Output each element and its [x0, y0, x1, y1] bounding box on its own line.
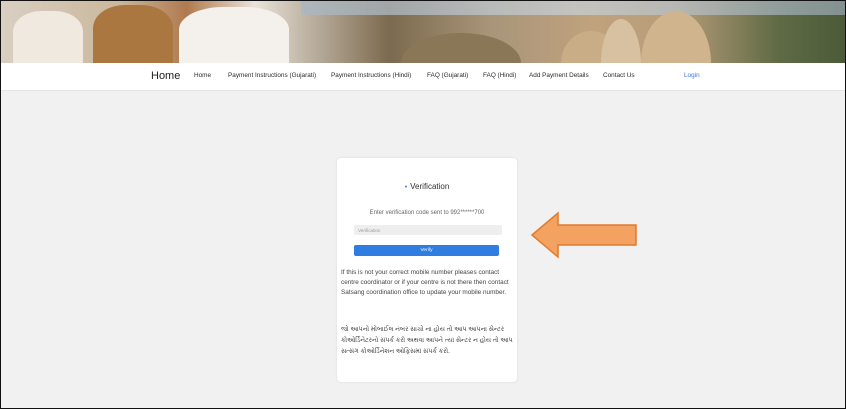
nav-add-payment-details[interactable]: Add Payment Details [529, 72, 589, 79]
nav-payment-instructions-gujarati[interactable]: Payment Instructions (Gujarati) [228, 72, 316, 79]
browser-frame: Home Home Payment Instructions (Gujarati… [0, 0, 846, 409]
wrong-number-message-gujarati: જો આપનો મોબાઈલ નંબર સાચો ના હોય તો આપ આપ… [341, 326, 513, 355]
site-home-title[interactable]: Home [151, 70, 180, 82]
code-sent-message: Enter verification code sent to 992*****… [369, 210, 485, 216]
annotation-arrow-icon [530, 211, 637, 259]
verify-button[interactable]: Verify [354, 245, 499, 256]
nav-contact-us[interactable]: Contact Us [603, 72, 635, 79]
verification-title-text: Verification [410, 182, 450, 191]
banner-temple-4 [401, 33, 521, 63]
banner-person-right [179, 7, 289, 63]
verification-card: • Verification Enter verification code se… [337, 158, 517, 382]
header-banner-image [1, 1, 845, 63]
verification-code-input[interactable] [354, 225, 502, 235]
banner-person-center [93, 5, 173, 63]
bullet-icon: • [404, 184, 408, 191]
banner-sky [301, 1, 845, 15]
nav-faq-gujarati[interactable]: FAQ (Gujarati) [427, 72, 468, 79]
nav-payment-instructions-hindi[interactable]: Payment Instructions (Hindi) [331, 72, 411, 79]
nav-login[interactable]: Login [684, 72, 700, 79]
banner-person-left [13, 11, 83, 63]
nav-home[interactable]: Home [194, 72, 211, 79]
top-navigation: Home Home Payment Instructions (Gujarati… [1, 63, 845, 91]
banner-temple-2 [601, 19, 641, 63]
wrong-number-message-english: If this is not your correct mobile numbe… [341, 269, 509, 296]
annotation-arrow-shape [530, 211, 637, 259]
banner-temple-3 [641, 11, 711, 63]
nav-faq-hindi[interactable]: FAQ (Hindi) [483, 72, 516, 79]
verification-title: • Verification [337, 182, 517, 191]
